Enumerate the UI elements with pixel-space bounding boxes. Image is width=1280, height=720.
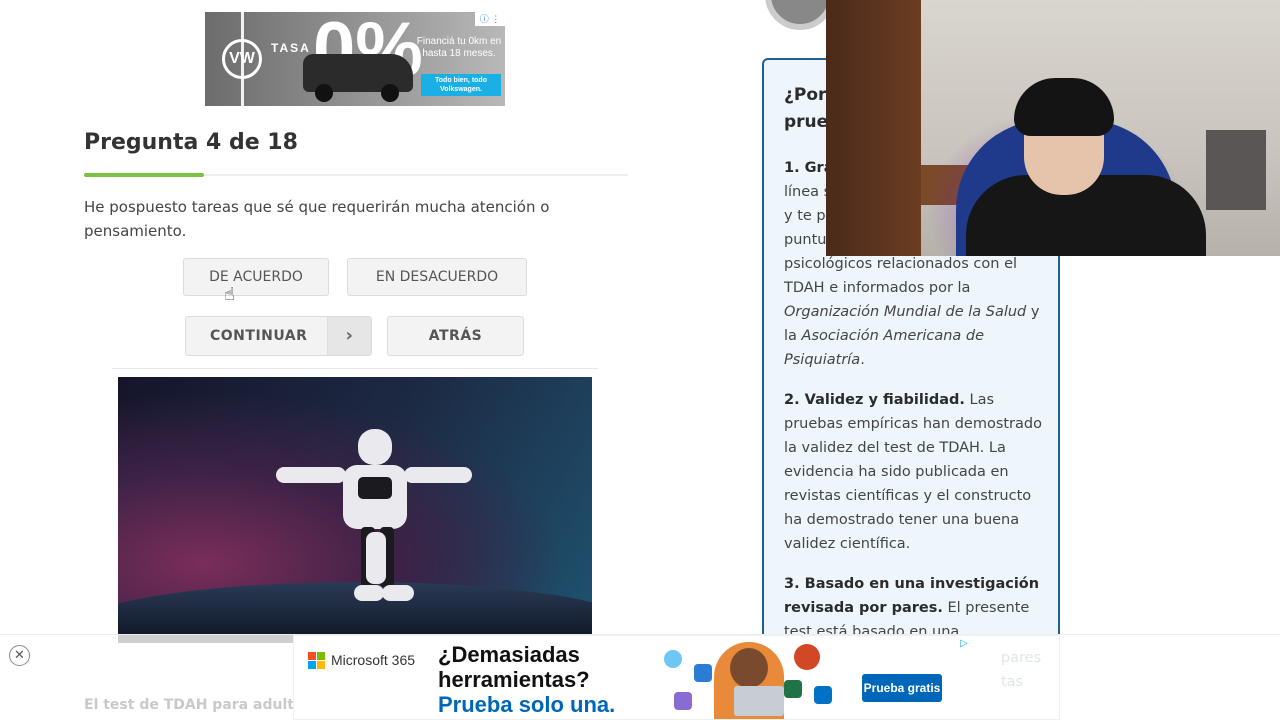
question-text: He pospuesto tareas que sé que requerirá… xyxy=(84,198,550,240)
pickup-truck-image xyxy=(303,54,413,102)
point-1-end: . xyxy=(860,352,865,368)
point-1-line-2: y te p xyxy=(784,208,826,224)
robot-left-foot xyxy=(354,585,384,601)
adchoices-icon[interactable]: ▷ xyxy=(960,638,968,649)
ad-brand-name: Microsoft 365 xyxy=(331,652,416,668)
volkswagen-ad-banner[interactable]: VW TASA 0% Financiá tu 0km en hasta 18 m… xyxy=(205,12,505,106)
who-reference: Organización Mundial de la Salud xyxy=(784,304,1027,320)
laptop-image xyxy=(734,686,784,716)
point-1-text: psicológicos relacionados con el TDAH e … xyxy=(784,256,1018,296)
ad-headline-line-1: ¿Demasiadas xyxy=(438,642,580,667)
question-counter-title: Pregunta 4 de 18 xyxy=(84,130,298,155)
back-button[interactable]: ATRÁS xyxy=(387,316,524,356)
microsoft-logo-icon xyxy=(308,652,326,670)
continue-button[interactable]: CONTINUAR › xyxy=(185,316,372,356)
excel-icon xyxy=(784,680,802,698)
continue-label: CONTINUAR xyxy=(210,328,308,344)
faded-sidebar-text-2: tas xyxy=(1001,674,1024,690)
agree-button[interactable]: DE ACUERDO xyxy=(183,258,329,296)
microsoft-365-ad[interactable]: Microsoft 365 ¿Demasiadas herramientas? … xyxy=(293,635,1060,720)
ad-subheadline: Prueba solo una. xyxy=(438,692,616,717)
divider xyxy=(112,368,598,369)
sidebar-point-2: 2. Validez y fiabilidad. Las pruebas emp… xyxy=(784,388,1046,556)
robot-right-arm xyxy=(404,467,472,483)
cloud-icon xyxy=(664,650,682,668)
webcam-overlay xyxy=(826,0,1280,256)
word-icon xyxy=(694,664,712,682)
progress-fill xyxy=(84,173,204,177)
point-1-line-3: puntu xyxy=(784,232,827,248)
robot-head xyxy=(358,429,392,465)
disagree-button[interactable]: EN DESACUERDO xyxy=(347,258,527,296)
webcam-door xyxy=(826,0,921,256)
robot-left-arm xyxy=(276,467,346,483)
apa-reference: Asociación Americana de Psiquiatría xyxy=(784,328,985,368)
chevron-right-icon: › xyxy=(327,317,371,355)
progress-track xyxy=(84,173,628,177)
point-2-text: Las pruebas empíricas han demostrado la … xyxy=(784,392,1042,552)
ad-info-icon[interactable]: ⓘ ⋮ xyxy=(475,12,505,26)
ad-tasa-label: TASA xyxy=(271,41,311,55)
webcam-person-hair xyxy=(1014,78,1114,136)
ad-financing-text: Financiá tu 0km en hasta 18 meses. xyxy=(416,36,502,59)
point-1-line-1: línea s xyxy=(784,184,832,200)
ad-headline-line-2: herramientas? xyxy=(438,667,590,692)
ad-tagline: Todo bien, todo Volkswagen. xyxy=(421,74,501,96)
powerpoint-icon xyxy=(794,644,820,670)
teams-icon xyxy=(674,692,692,710)
sidebar-heading: ¿Por prue xyxy=(784,85,829,132)
outlook-icon xyxy=(814,686,832,704)
robot-right-foot xyxy=(382,585,414,601)
floating-circle-widget[interactable] xyxy=(765,0,835,30)
volkswagen-logo-icon: VW xyxy=(222,39,262,79)
robot-chest-panel xyxy=(358,477,392,499)
try-free-button[interactable]: Prueba gratis xyxy=(862,674,942,702)
hand-cursor-icon: ☝ xyxy=(224,284,235,305)
faded-sidebar-text-1: pares xyxy=(1001,650,1042,666)
robot-photo xyxy=(118,377,592,643)
ad-headline: ¿Demasiadas herramientas? xyxy=(438,642,590,692)
robot-leg-plates xyxy=(366,532,386,584)
point-2-title: 2. Validez y fiabilidad. xyxy=(784,392,965,408)
webcam-shelf xyxy=(1206,130,1266,210)
close-icon[interactable]: ✕ xyxy=(9,645,30,666)
